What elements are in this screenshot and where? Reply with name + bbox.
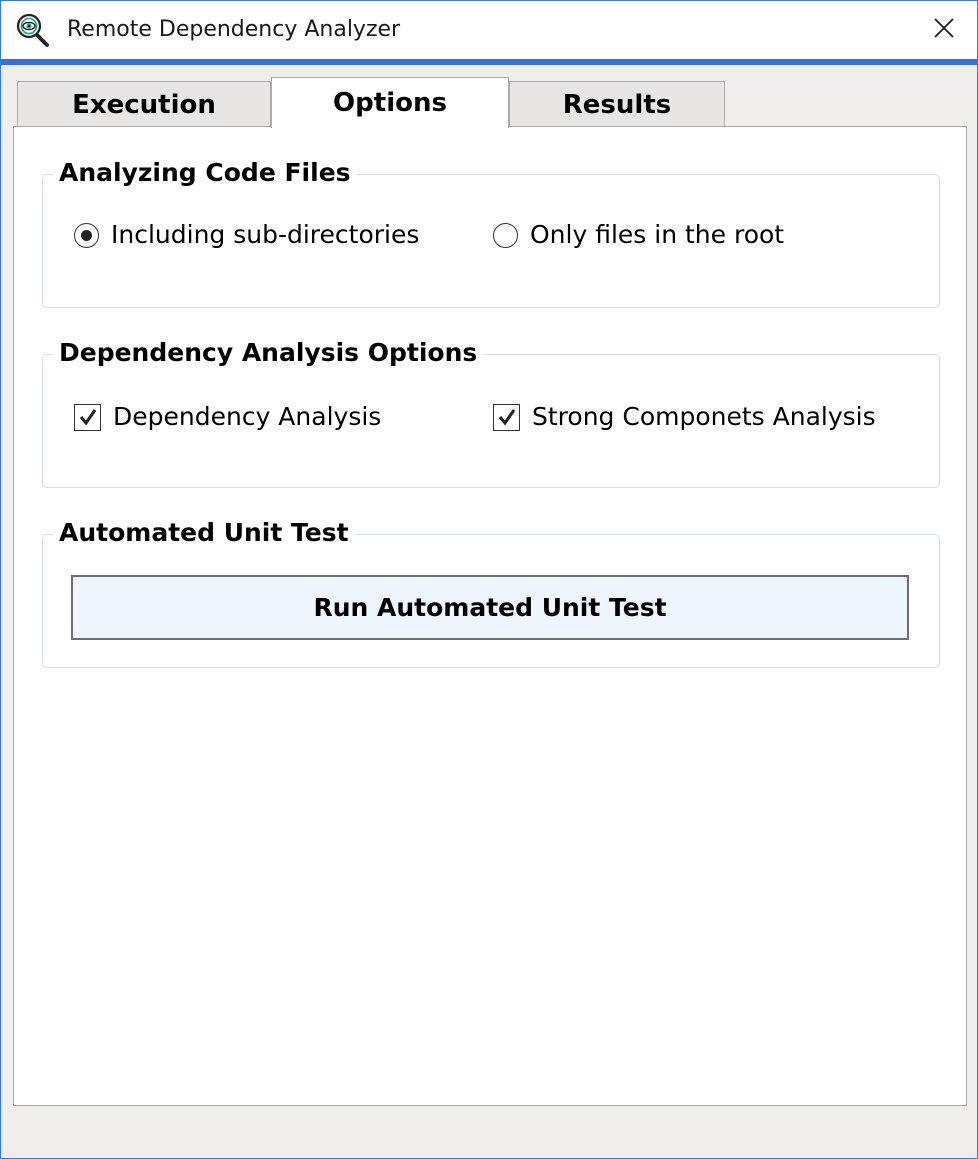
analyzing-code-files-group: Analyzing Code Files Including sub-direc…	[42, 155, 940, 308]
radio-label: Only files in the root	[530, 220, 785, 249]
run-automated-unit-test-button[interactable]: Run Automated Unit Test	[71, 575, 909, 640]
tab-label: Results	[562, 89, 672, 120]
automated-unit-test-group: Automated Unit Test Run Automated Unit T…	[42, 515, 940, 668]
only-root-files-radio[interactable]: Only files in the root	[493, 220, 784, 250]
tab-execution[interactable]: Execution	[17, 81, 271, 127]
options-tab-panel: Analyzing Code Files Including sub-direc…	[13, 126, 967, 1106]
group-header: Dependency Analysis Options	[53, 335, 484, 371]
close-icon	[933, 17, 955, 43]
title-bar[interactable]: Remote Dependency Analyzer	[1, 1, 977, 59]
tab-label: Execution	[72, 89, 216, 120]
dependency-analysis-checkbox[interactable]: Dependency Analysis	[74, 402, 381, 432]
group-header: Automated Unit Test	[53, 515, 355, 551]
checkbox-label: Dependency Analysis	[113, 402, 382, 431]
checkbox-label: Strong Componets Analysis	[532, 402, 876, 431]
tab-label: Options	[333, 88, 447, 118]
magnifier-eye-icon	[15, 12, 51, 48]
tab-strip: Execution Options Results	[15, 77, 965, 128]
checkmark-icon	[74, 403, 101, 431]
tab-options[interactable]: Options	[271, 77, 509, 128]
title-bar-accent-line	[1, 59, 977, 65]
tab-results[interactable]: Results	[509, 81, 725, 127]
including-subdirectories-radio[interactable]: Including sub-directories	[74, 220, 419, 250]
window-title: Remote Dependency Analyzer	[67, 17, 401, 42]
dependency-analysis-options-group: Dependency Analysis Options Dependency A…	[42, 335, 940, 488]
app-window: Remote Dependency Analyzer Execution Opt…	[0, 0, 978, 1159]
strong-components-analysis-checkbox[interactable]: Strong Componets Analysis	[493, 402, 876, 432]
radio-selected-icon	[74, 222, 99, 248]
checkmark-icon	[493, 403, 520, 431]
radio-unselected-icon	[493, 222, 518, 248]
group-header: Analyzing Code Files	[53, 155, 357, 191]
radio-label: Including sub-directories	[111, 220, 420, 249]
close-button[interactable]	[917, 7, 971, 53]
